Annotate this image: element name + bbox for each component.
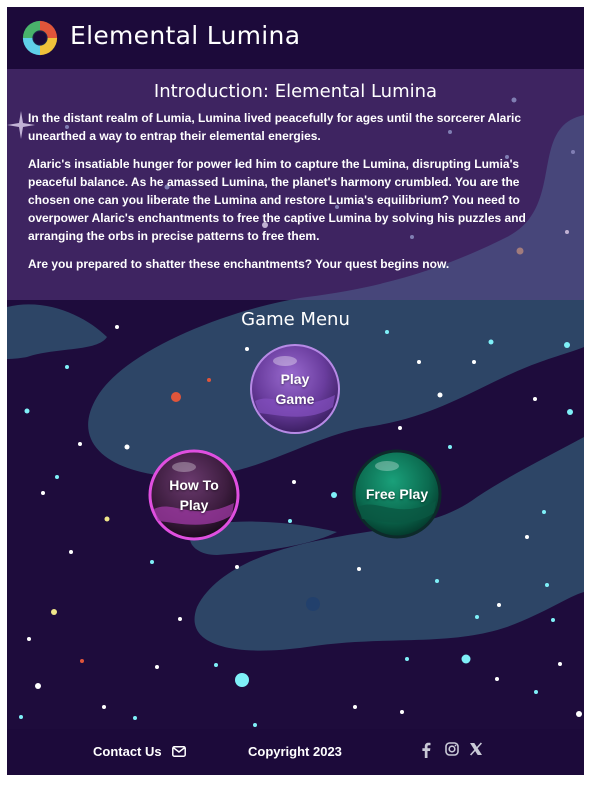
star [292, 480, 296, 484]
star [331, 492, 337, 498]
play-game-label: Play Game [276, 369, 315, 409]
star [385, 330, 389, 334]
star [235, 565, 239, 569]
intro-paragraph: Alaric's insatiable hunger for power led… [28, 157, 526, 243]
star [551, 618, 555, 622]
star [102, 705, 106, 709]
game-screen: Elemental Lumina Introduction: Elemental… [7, 7, 584, 775]
how-label-line1: How To [169, 477, 219, 493]
intro-title: Introduction: Elemental Lumina [153, 81, 438, 102]
envelope-icon [171, 746, 186, 757]
intro-panel: Introduction: Elemental Lumina In the di… [7, 69, 584, 300]
instagram-icon[interactable] [445, 742, 459, 758]
star [178, 617, 182, 621]
menu-title: Game Menu [241, 309, 350, 330]
star [497, 603, 501, 607]
free-play-button[interactable]: Free Play [352, 449, 442, 539]
star [435, 579, 439, 583]
star [150, 560, 154, 564]
play-game-button[interactable]: Play Game [249, 343, 341, 435]
star [124, 444, 130, 450]
star [214, 663, 218, 667]
star [545, 583, 549, 587]
how-to-play-button[interactable]: How To Play [148, 449, 240, 541]
star [567, 409, 573, 415]
star [405, 657, 409, 661]
star [306, 597, 320, 611]
star [19, 715, 23, 719]
star [398, 426, 402, 430]
how-label-line2: Play [179, 497, 209, 513]
star [448, 445, 452, 449]
star [400, 710, 404, 714]
star [51, 609, 57, 615]
star [488, 339, 494, 345]
star [542, 510, 546, 514]
contact-us-label: Contact Us [93, 744, 162, 759]
how-to-play-label: How To Play [169, 475, 219, 515]
star [534, 690, 538, 694]
contact-us-link[interactable]: Contact Us [93, 744, 186, 759]
app-title: Elemental Lumina [70, 21, 301, 50]
x-icon[interactable] [469, 742, 483, 758]
star [207, 378, 211, 382]
header-bar: Elemental Lumina [7, 7, 584, 69]
star [533, 397, 537, 401]
free-play-label: Free Play [365, 486, 429, 502]
star [104, 516, 110, 522]
star [27, 637, 31, 641]
star [35, 683, 41, 689]
star [576, 711, 582, 717]
star [417, 360, 421, 364]
star [133, 716, 137, 720]
star [155, 665, 159, 669]
star [558, 662, 562, 666]
star [461, 654, 471, 664]
star [41, 491, 45, 495]
star [357, 567, 361, 571]
star [475, 615, 479, 619]
star [65, 365, 69, 369]
star [437, 392, 443, 398]
copyright-text: Copyright 2023 [248, 744, 342, 759]
social-links [421, 742, 483, 758]
play-label-line1: Play [280, 371, 310, 387]
star [235, 673, 249, 687]
star [253, 723, 257, 727]
star [69, 550, 73, 554]
star [472, 360, 476, 364]
star [564, 342, 570, 348]
star [78, 442, 82, 446]
intro-body: In the distant realm of Lumia, Lumina li… [28, 109, 562, 283]
star [525, 535, 529, 539]
star [55, 475, 59, 479]
star [24, 408, 30, 414]
star [288, 519, 292, 523]
star [495, 677, 499, 681]
star [80, 659, 84, 663]
star [353, 705, 357, 709]
intro-paragraph: In the distant realm of Lumia, Lumina li… [28, 111, 522, 143]
play-label-line2: Game [275, 391, 315, 407]
footer-bar: Contact Us Copyright 2023 [7, 729, 584, 775]
star [171, 392, 181, 402]
intro-paragraph: Are you prepared to shatter these enchan… [28, 257, 450, 271]
facebook-icon[interactable] [421, 742, 435, 758]
swirl-logo-icon [22, 20, 58, 56]
